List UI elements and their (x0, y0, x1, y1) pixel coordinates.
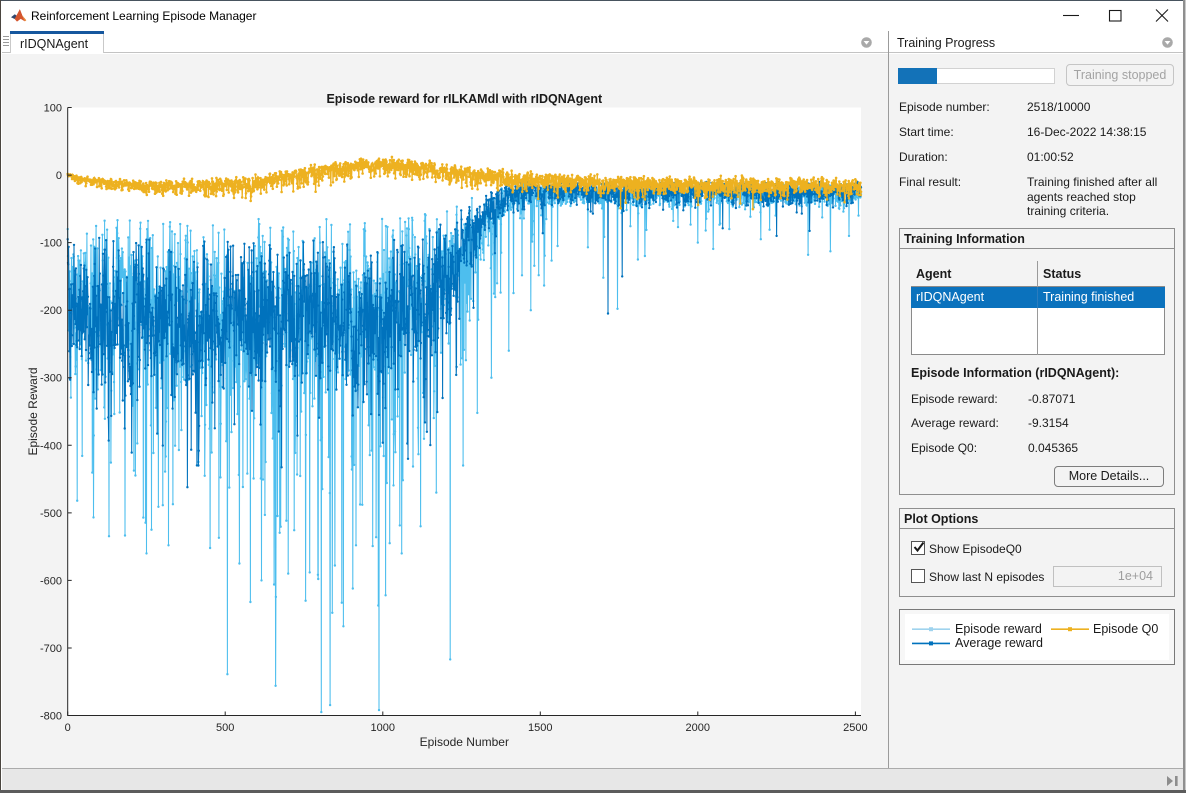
svg-text:-400: -400 (40, 440, 62, 452)
svg-text:500: 500 (216, 722, 234, 734)
svg-text:1000: 1000 (371, 722, 395, 734)
svg-text:-600: -600 (40, 575, 62, 587)
svg-text:-100: -100 (40, 238, 62, 250)
svg-text:-800: -800 (40, 711, 62, 723)
svg-text:1500: 1500 (528, 722, 552, 734)
svg-text:-300: -300 (40, 373, 62, 385)
svg-text:0: 0 (65, 722, 71, 734)
svg-text:2000: 2000 (686, 722, 710, 734)
svg-text:-700: -700 (40, 643, 62, 655)
svg-text:Episode Number: Episode Number (420, 735, 509, 749)
svg-text:100: 100 (44, 103, 62, 115)
svg-text:Episode Reward: Episode Reward (26, 367, 40, 455)
svg-text:Episode reward for rILKAMdl wi: Episode reward for rILKAMdl with rIDQNAg… (326, 92, 603, 106)
svg-text:-200: -200 (40, 305, 62, 317)
svg-text:2500: 2500 (843, 722, 867, 734)
svg-text:-500: -500 (40, 508, 62, 520)
svg-text:0: 0 (56, 170, 62, 182)
